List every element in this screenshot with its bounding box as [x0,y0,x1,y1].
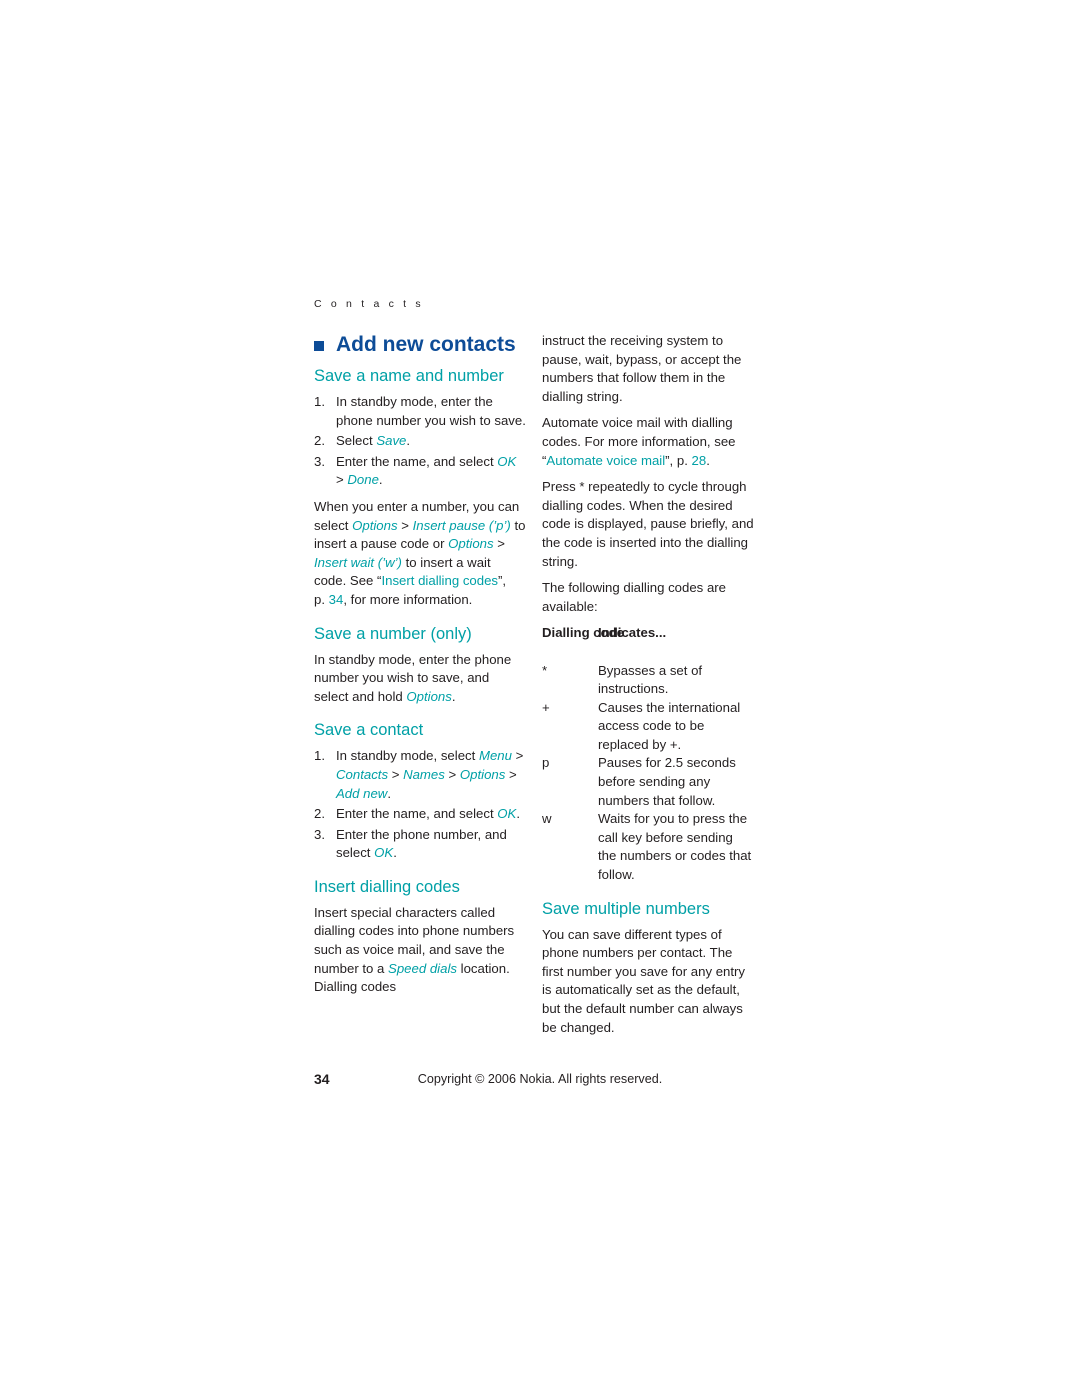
right-para-4: The following dialling codes are availab… [542,580,727,614]
step-number: 1. [314,394,325,409]
table-row: * Bypasses a set of instructions. [542,662,754,699]
subsection-insert-dialling-codes-title: Insert dialling codes [314,877,460,896]
right-para-3: Press * repeatedly to cycle through dial… [542,479,754,569]
step-number: 3. [314,826,325,842]
ui-term: Options [406,688,452,704]
ui-term: Options [459,766,506,782]
table-cell-meaning: Bypasses a set of instructions. [598,662,703,697]
ui-term: Speed dials [388,960,457,976]
step-text: Enter the phone number, and select OK. [336,826,507,861]
step-text: In standby mode, enter the phone number … [336,394,526,428]
save-number-only-para: In standby mode, enter the phone number … [314,651,512,704]
table-cell-code: * [542,662,548,678]
dialling-codes-table: Dialling code Indicates... * Bypasses a … [542,624,754,884]
list-item: 3. Enter the name, and select OK > Done. [314,453,526,490]
cross-reference-link[interactable]: Automate voice mail [546,453,665,468]
right-column: instruct the receiving system to pause, … [542,332,754,1045]
step-text: In standby mode, select Menu > Contacts … [336,748,524,801]
right-para-1: instruct the receiving system to pause, … [542,333,742,404]
copyright-notice: Copyright © 2006 Nokia. All rights reser… [417,1072,663,1086]
step-number: 2. [314,806,325,822]
table-row: w Waits for you to press the call key be… [542,810,754,884]
ui-term: Insert wait (’w’) [314,554,402,570]
table-row: + Causes the international access code t… [542,699,754,755]
list-item: 1. In standby mode, enter the phone numbe… [314,393,526,430]
ui-term: OK [497,453,517,469]
table-cell-meaning: Causes the international access code to … [598,699,741,752]
list-item: 2. Select Save. [314,432,526,451]
ui-term: Menu [478,748,512,764]
save-name-number-steps: 1. In standby mode, enter the phone numbe… [314,393,526,490]
ui-term: OK [497,806,517,822]
step-text: Enter the name, and select OK > Done. [336,453,517,488]
subsection-save-contact-title: Save a contact [314,721,424,740]
table-cell-meaning: Pauses for 2.5 seconds before sending an… [598,755,736,808]
ui-term: Options [352,517,398,533]
list-item: 1. In standby mode, select Menu > Contact… [314,747,526,803]
table-header-row: Dialling code Indicates... [542,624,754,643]
ui-term: Add new [336,785,388,801]
subsection-save-multiple-numbers-title: Save multiple numbers [542,899,710,918]
ui-term: Done [347,472,379,488]
ui-term: Names [403,766,445,782]
left-column: Add new contacts Save a name and number … [314,332,526,1005]
table-row: p Pauses for 2.5 seconds before sending … [542,754,754,810]
cross-reference-page-link[interactable]: 28 [692,453,707,468]
save-name-number-note: When you enter a number, you can select … [314,498,526,607]
cross-reference-page-link[interactable]: 34 [329,592,344,607]
subsection-save-number-only-title: Save a number (only) [314,624,472,643]
section-title: Add new contacts [314,332,526,358]
section-title-text: Add new contacts [336,333,516,356]
list-item: 2. Enter the name, and select OK. [314,805,526,824]
right-para-2: Automate voice mail with dialling codes.… [542,415,736,468]
step-text: Enter the name, and select OK. [336,806,521,822]
save-contact-steps: 1. In standby mode, select Menu > Contact… [314,747,526,863]
document-page: C o n t a c t s Add new contacts Save a … [0,0,1080,1397]
ui-term: Contacts [336,766,389,782]
running-head: C o n t a c t s [314,298,424,310]
subsection-save-name-number-title: Save a name and number [314,367,504,385]
step-number: 3. [314,453,325,469]
table-cell-code: p [542,755,550,771]
step-number: 1. [314,748,325,764]
step-number: 2. [314,433,325,449]
ui-term: Insert pause (’p’) [412,517,511,533]
table-cell-meaning: Waits for you to press the call key befo… [598,811,752,883]
square-bullet-icon [314,341,324,351]
table-header-code: Dialling code [542,625,625,641]
cross-reference-link[interactable]: Insert dialling codes [381,573,498,588]
ui-term: OK [374,845,394,861]
table-cell-code: + [542,699,550,715]
table-cell-code: w [542,811,552,827]
step-text: Select Save. [336,433,411,449]
ui-term: Options [448,536,494,552]
right-para-5: You can save different types of phone nu… [542,926,746,1035]
ui-term: Save [376,433,407,449]
insert-dialling-codes-para: Insert special characters called diallin… [314,904,515,995]
list-item: 3. Enter the phone number, and select OK. [314,826,526,863]
